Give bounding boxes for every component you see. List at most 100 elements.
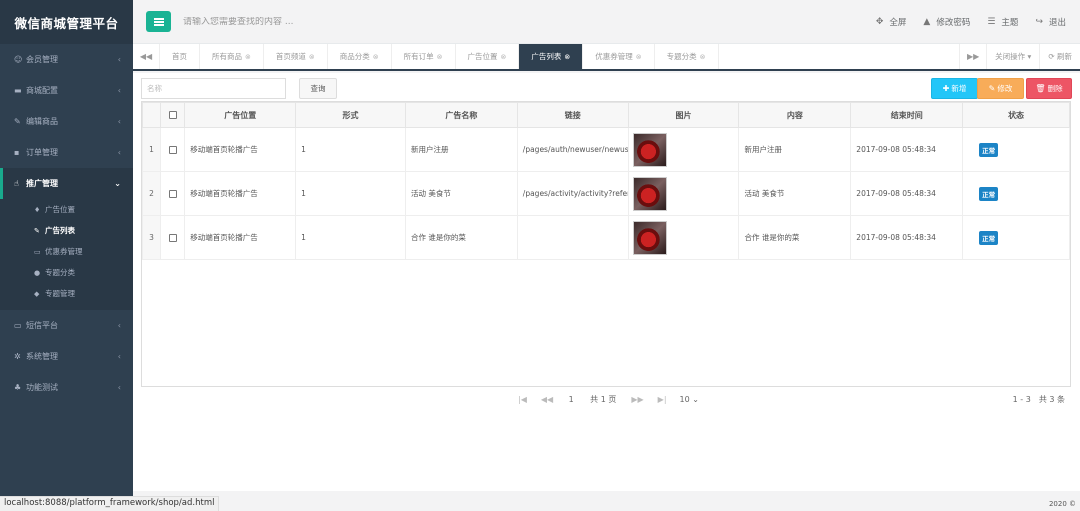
cell-link: /pages/activity/activity?refer [516,171,629,216]
close-icon[interactable]: ⊗ [636,53,642,61]
column-header-2[interactable]: 广告名称 [404,102,518,128]
sidebar-subitem-label: 优惠券管理 [45,247,83,256]
column-header-3[interactable]: 链接 [516,102,629,128]
menu-icon: ▪ [14,148,20,157]
close-icon[interactable]: ⊗ [700,53,706,61]
header-link-0[interactable]: ✥ 全屏 [876,16,907,28]
menu-icon: ♣ [14,383,22,392]
sidebar-item-0[interactable]: ▭ 短信平台 ‹ [0,310,133,341]
name-search-input[interactable] [141,78,286,99]
sidebar-subitem-label: 广告列表 [45,226,75,235]
delete-button[interactable]: 🗑 删除 [1026,78,1072,99]
main-content: 查询 ✚新增 ✎修改 🗑删除 广告位置形式广告名称链接图片内容结束时间状态 1移… [133,73,1080,491]
image-cell [627,171,740,216]
cell-end-time: 2017-09-08 05:48:34 [850,171,964,216]
close-icon[interactable]: ⊗ [437,53,443,61]
sidebar-subitem-2[interactable]: ▭ 优惠券管理 [0,241,133,262]
close-icon[interactable]: ⊗ [373,53,379,61]
close-icon[interactable]: ⊗ [564,53,570,61]
close-icon[interactable]: ⊗ [501,53,507,61]
tab-8[interactable]: 专题分类 ⊗ [655,44,719,69]
tab-7[interactable]: 优惠券管理 ⊗ [583,44,655,69]
tab-3[interactable]: 商品分类 ⊗ [328,44,392,69]
menu-icon: ▬ [14,86,22,95]
column-header-6[interactable]: 结束时间 [850,102,964,128]
column-header-4[interactable]: 图片 [627,102,740,128]
tab-1[interactable]: 所有商品 ⊗ [200,44,264,69]
menu-icon: ✲ [14,352,21,361]
sidebar-item-label: 商城配置 [26,86,58,95]
close-icon[interactable]: ⊗ [309,53,315,61]
sidebar-subitem-3[interactable]: ● 专题分类 [0,262,133,283]
row-number: 3 [141,215,162,260]
row-checkbox[interactable] [160,127,186,172]
header-link-1[interactable]: ▲ 修改密码 [923,16,970,28]
edit-button[interactable]: ✎ 修改 [977,78,1024,99]
sidebar-item-2[interactable]: ✎ 编辑商品 ‹ [0,106,133,137]
first-page-icon[interactable]: |◀ [518,395,527,404]
sidebar-item-2[interactable]: ♣ 功能测试 ‹ [0,372,133,403]
status-cell: 正常 [962,171,1070,216]
tab-2[interactable]: 首页频道 ⊗ [264,44,328,69]
cell-content: 活动 美食节 [738,171,852,216]
page-size-select[interactable]: 10 ⌄ [680,395,699,404]
column-header-7[interactable]: 状态 [962,102,1070,128]
column-header-5[interactable]: 内容 [738,102,852,128]
sidebar-subitem-0[interactable]: ♦ 广告位置 [0,199,133,220]
plus-icon: ✚ [942,84,950,93]
refresh-button[interactable]: ⟳ 刷新 [1039,44,1080,69]
submenu-icon: ✎ [34,226,40,235]
cell-form: 1 [295,127,406,172]
row-checkbox[interactable] [160,215,186,260]
column-header-1[interactable]: 形式 [295,102,406,128]
sidebar-item-1[interactable]: ✲ 系统管理 ‹ [0,341,133,372]
column-header-0[interactable]: 广告位置 [184,102,297,128]
next-page-icon[interactable]: ▶▶ [631,395,643,404]
add-button[interactable]: ✚ 新增 [931,78,978,99]
ad-grid: 广告位置 形式 广告名称 链接 图片 内容 结束时间 状态 1 移动端首页轮播广告 1 新用户注册 /… [141,101,1071,412]
table-row[interactable]: 2 移动端首页轮播广告 1 活动 美食节/pages/activity/activit… [141,171,1070,216]
table-row[interactable]: 3 移动端首页轮播广告 1 合作 谁是你的菜 合作 谁是你的菜 2017-09-08 05… [141,215,1070,260]
page-number-input[interactable]: 1 [560,395,582,404]
tab-label: 广告列表 [531,52,562,61]
ad-thumbnail-image [632,220,667,255]
tab-label: 专题分类 [666,52,697,61]
sidebar: 微信商城管理平台 ☺ 会员管理 ‹ ▬ 商城配置 ‹ ✎ 编辑商品 ‹ ▪ 订单管理 ‹ ☝ 推广管理… [0,0,133,511]
status-cell: 正常 [962,127,1070,172]
image-cell [627,127,740,172]
close-operations-dropdown[interactable]: 关闭操作 ▾ [986,44,1039,69]
sidebar-subitem-4[interactable]: ◆ 专题管理 [0,283,133,304]
menu-toggle-button[interactable] [146,11,171,32]
global-search-input[interactable] [183,16,483,27]
last-page-icon[interactable]: ▶| [658,395,667,404]
tab-5[interactable]: 广告位置 ⊗ [456,44,520,69]
tabs-scroll-right-button[interactable]: ▶▶ [959,44,986,69]
sidebar-item-0[interactable]: ☺ 会员管理 ‹ [0,44,133,75]
table-row[interactable]: 1 移动端首页轮播广告 1 新用户注册/pages/auth/newuser/newu… [141,127,1070,172]
sidebar-item-3[interactable]: ▪ 订单管理 ‹ [0,137,133,168]
tab-4[interactable]: 所有订单 ⊗ [392,44,456,69]
previous-page-icon[interactable]: ◀◀ [541,395,553,404]
tab-label: 所有商品 [212,52,242,61]
tabs-scroll-left-button[interactable]: ◀◀ [133,44,160,69]
header-link-2[interactable]: ☰ 主题 [987,16,1018,28]
select-all-checkbox[interactable] [160,102,186,128]
sidebar-item-promotion[interactable]: ☝ 推广管理 ⌄ [0,168,133,199]
menu-icon: ✎ [14,117,21,126]
header-link-3[interactable]: ↪ 退出 [1035,16,1066,28]
query-button[interactable]: 查询 [299,78,337,99]
sidebar-item-1[interactable]: ▬ 商城配置 ‹ [0,75,133,106]
row-checkbox[interactable] [160,171,186,216]
submenu-icon: ♦ [34,205,41,214]
cell-content: 新用户注册 [738,127,852,172]
submenu-icon: ▭ [34,247,41,256]
page-tabs: ◀◀ 首页 所有商品 ⊗ 首页频道 ⊗ 商品分类 ⊗ 所有订单 ⊗ 广告位置 ⊗ 广告列表 ⊗ 优惠券管理… [133,44,1080,71]
sidebar-subitem-1[interactable]: ✎ 广告列表 [0,220,133,241]
close-icon[interactable]: ⊗ [245,53,251,61]
tab-0[interactable]: 首页 [160,44,200,69]
tab-6[interactable]: 广告列表 ⊗ [519,44,584,69]
fullscreen-icon: ✥ [875,16,884,27]
submenu-icon: ◆ [34,289,40,298]
tab-label: 商品分类 [339,52,370,61]
row-number-header [141,102,162,128]
